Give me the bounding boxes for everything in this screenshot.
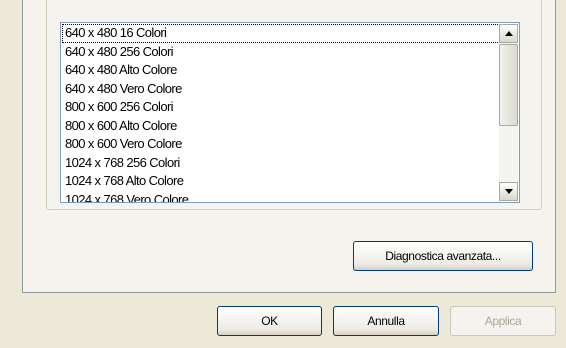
apply-button[interactable]: Applica [450, 306, 556, 336]
scroll-up-arrow-icon [504, 31, 513, 36]
list-item[interactable]: 1024 x 768 256 Colori [62, 154, 500, 173]
list-item[interactable]: 640 x 480 16 Colori [62, 24, 500, 43]
ok-button[interactable]: OK [217, 306, 322, 336]
list-item[interactable]: 800 x 600 Alto Colore [62, 117, 500, 136]
tab-page-border-left [22, 0, 23, 293]
vertical-scrollbar[interactable] [499, 24, 518, 201]
list-item[interactable]: 1024 x 768 Alto Colore [62, 172, 500, 191]
list-item[interactable]: 640 x 480 Alto Colore [62, 61, 500, 80]
tab-page-border-bottom [22, 292, 556, 293]
cancel-button[interactable]: Annulla [333, 306, 439, 336]
tab-page-border-right [555, 0, 556, 293]
scroll-down-button[interactable] [499, 182, 518, 201]
list-item[interactable]: 800 x 600 Vero Colore [62, 135, 500, 154]
scroll-down-arrow-icon [504, 189, 513, 194]
display-mode-list: 640 x 480 16 Colori 640 x 480 256 Colori… [62, 24, 500, 203]
list-item[interactable]: 1024 x 768 Vero Colore [62, 191, 500, 203]
scrollbar-thumb[interactable] [499, 44, 518, 126]
display-mode-listbox[interactable]: 640 x 480 16 Colori 640 x 480 256 Colori… [60, 22, 520, 203]
list-item[interactable]: 640 x 480 Vero Colore [62, 80, 500, 99]
advanced-diagnostics-button[interactable]: Diagnostica avanzata... [353, 241, 533, 271]
scroll-up-button[interactable] [499, 24, 518, 43]
list-item[interactable]: 640 x 480 256 Colori [62, 43, 500, 62]
list-item[interactable]: 800 x 600 256 Colori [62, 98, 500, 117]
